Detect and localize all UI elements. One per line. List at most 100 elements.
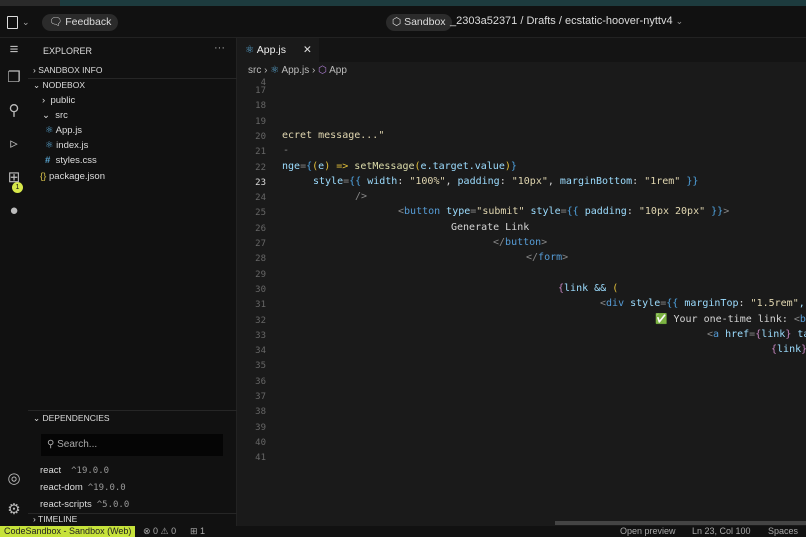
menu-icon[interactable]: ≡	[4, 40, 24, 60]
settings-gear-icon[interactable]: ⚙	[4, 500, 24, 520]
tree-item-src[interactable]: ⌄ src	[42, 110, 68, 121]
line-number: 40	[255, 437, 266, 448]
line-number: 21	[255, 147, 266, 158]
terminal-icon[interactable]: ▹	[4, 134, 24, 154]
indentation[interactable]: Spaces	[768, 526, 798, 537]
code-token: style	[313, 175, 344, 187]
line-number: 38	[255, 407, 266, 418]
code-token: padding	[584, 206, 627, 218]
code-token: targ	[797, 328, 806, 340]
code-line: Generate Link	[451, 222, 529, 233]
account-icon[interactable]: ◎	[4, 469, 24, 489]
react-icon: ⚛	[45, 125, 54, 136]
code-token: ✅	[655, 313, 668, 325]
line-number: 29	[255, 269, 266, 280]
dependency-react-scripts[interactable]: react-scripts ^5.0.0	[40, 499, 129, 510]
problems-indicator[interactable]: ⊗ 0 ⚠ 0	[143, 526, 176, 537]
layout-toggle-icon[interactable]	[7, 16, 18, 29]
json-icon: {}	[40, 171, 47, 182]
dependency-react-dom[interactable]: react-dom ^19.0.0	[40, 482, 126, 493]
chevron-down-icon[interactable]: ⌄	[22, 17, 30, 28]
line-number: 34	[255, 346, 266, 357]
code-token: ,	[547, 175, 560, 187]
breadcrumb: src › ⚛ App.js › ⬡ App	[248, 65, 347, 76]
code-token: link	[761, 328, 786, 340]
code-token: br	[799, 313, 806, 325]
dependency-search-input[interactable]: ⚲ Search...	[41, 434, 223, 456]
code-token: marginTop	[684, 298, 739, 310]
feedback-button[interactable]: 🗨 Feedback	[42, 14, 119, 31]
line-number: 32	[255, 315, 266, 326]
code-token: :	[626, 206, 639, 218]
crumb-src[interactable]: src	[248, 65, 261, 76]
css-icon: #	[45, 155, 51, 166]
code-token: >	[562, 252, 569, 264]
code-line: ecret message..."	[282, 130, 384, 141]
line-number: 17	[255, 86, 266, 96]
tree-item-public[interactable]: › public	[42, 95, 75, 106]
code-token: >	[541, 237, 548, 248]
line-number: 36	[255, 376, 266, 387]
line-number: 19	[255, 116, 266, 127]
project-path[interactable]: _2303a52371 / Drafts / ecstatic-hoover-n…	[450, 15, 683, 27]
component-icon: ⬡	[318, 65, 327, 76]
github-icon[interactable]: ●	[4, 201, 24, 221]
search-icon[interactable]: ⚲	[4, 101, 24, 121]
section-timeline[interactable]: › TIMELINE	[33, 514, 77, 524]
extensions-icon[interactable]: ⊞	[4, 168, 24, 188]
tree-item-app-js[interactable]: ⚛ App.js	[45, 125, 82, 136]
cursor-position[interactable]: Ln 23, Col 100	[692, 526, 751, 537]
divider	[28, 410, 237, 411]
crumb-file[interactable]: App.js	[281, 65, 309, 76]
code-token: Your one-time link:	[667, 313, 794, 325]
code-editor: ⚛ App.js ✕ src › ⚛ App.js › ⬡ App 4 17 18 19…	[237, 38, 806, 526]
section-nodebox[interactable]: ⌄ NODEBOX	[33, 80, 85, 91]
tree-item-index-js[interactable]: ⚛ index.js	[45, 140, 88, 151]
line-number: 25	[255, 208, 266, 219]
section-sandbox-info[interactable]: › SANDBOX INFO	[33, 65, 102, 75]
files-icon[interactable]: ❐	[4, 68, 24, 88]
code-token: }}	[705, 206, 724, 218]
ports-indicator[interactable]: ⊞ 1	[190, 526, 205, 537]
code-token: "10px"	[511, 175, 548, 187]
code-token: ) =>	[324, 160, 355, 172]
open-preview-button[interactable]: Open preview	[620, 526, 676, 537]
tree-item-package-json[interactable]: {} package.json	[40, 171, 105, 182]
code-token: </	[526, 252, 539, 264]
line-number: 35	[255, 361, 266, 372]
code-token: }	[801, 344, 806, 355]
code-token: ecret message..."	[282, 129, 385, 141]
crumb-symbol[interactable]: App	[329, 65, 347, 76]
code-token: }	[510, 160, 517, 172]
section-dependencies[interactable]: ⌄ DEPENDENCIES	[33, 413, 110, 424]
line-number: 20	[255, 131, 266, 142]
code-line: <button type="submit" style={{ padding: …	[398, 206, 729, 217]
explorer-title: EXPLORER	[43, 46, 93, 56]
line-number: 37	[255, 392, 266, 402]
tab-bar: ⚛ App.js ✕	[237, 38, 806, 62]
code-token: :	[632, 175, 645, 187]
horizontal-scrollbar[interactable]	[555, 521, 806, 525]
line-number: 23	[255, 177, 266, 188]
tab-app-js[interactable]: ⚛ App.js ✕	[237, 38, 319, 62]
code-token: "100%"	[409, 175, 446, 187]
react-icon: ⚛	[45, 140, 54, 151]
close-icon[interactable]: ✕	[303, 38, 312, 62]
status-bar: CodeSandbox - Sandbox (Web) ⊗ 0 ⚠ 0 ⊞ 1 …	[0, 526, 806, 537]
code-token: :	[397, 175, 410, 187]
code-token: :	[738, 298, 751, 310]
code-token: marginBottom	[559, 175, 633, 187]
tree-item-styles-css[interactable]: # styles.css	[45, 155, 97, 166]
code-token: Generate Link	[451, 221, 530, 233]
code-token: href	[719, 328, 750, 340]
code-line: ✅ Your one-time link: <br /	[655, 314, 806, 325]
code-line: -	[283, 145, 289, 156]
remote-indicator[interactable]: CodeSandbox - Sandbox (Web)	[0, 526, 136, 537]
dependency-react[interactable]: react ^19.0.0	[40, 465, 109, 476]
code-token: </	[493, 237, 506, 248]
code-line: </form>	[526, 252, 568, 263]
code-token: style	[624, 298, 661, 310]
code-token: style	[524, 206, 561, 218]
more-icon[interactable]: ···	[214, 42, 225, 54]
sandbox-badge[interactable]: ⬡ Sandbox	[386, 14, 452, 31]
